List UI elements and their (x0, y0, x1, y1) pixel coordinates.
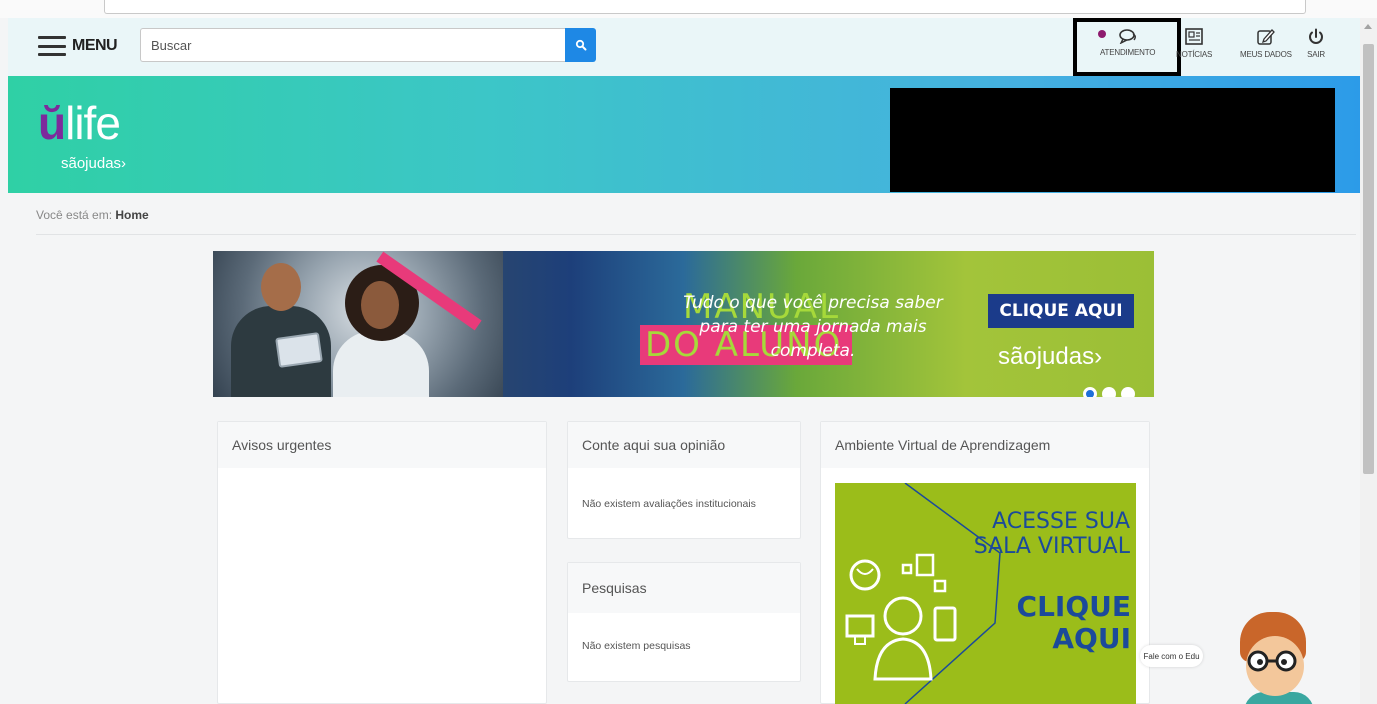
chat-bubbles-icon (1118, 29, 1136, 44)
opiniao-empty-text: Não existem avaliações institucionais (582, 498, 756, 510)
edu-bubble[interactable]: Fale com o Edu (1140, 645, 1203, 667)
meus-dados-button[interactable]: MEUS DADOS (1240, 28, 1292, 59)
pesquisas-card: Pesquisas Não existem pesquisas (567, 562, 801, 682)
search-input[interactable] (140, 28, 565, 62)
breadcrumb-prefix: Você está em: (36, 208, 113, 222)
opiniao-title: Conte aqui sua opinião (568, 422, 800, 468)
hamburger-icon (38, 36, 66, 56)
ava-cta2: AQUI (1052, 622, 1131, 655)
glasses-icon (1247, 650, 1297, 672)
ava-cta1: CLIQUE (1016, 590, 1131, 623)
students-photo (213, 251, 503, 397)
pesquisas-title: Pesquisas (568, 563, 800, 613)
ava-line1: ACESSE SUA (992, 509, 1130, 534)
breadcrumb: Você está em: Home (36, 208, 149, 222)
scroll-thumb[interactable] (1363, 44, 1374, 474)
tablet-image (275, 332, 323, 368)
menu-label: MENU (72, 37, 118, 54)
redacted-area (890, 88, 1335, 192)
search-icon (575, 39, 586, 51)
noticias-label: NOTÍCIAS (1176, 50, 1213, 59)
search-bar (140, 28, 596, 62)
sair-button[interactable]: SAIR (1307, 28, 1325, 59)
sair-label: SAIR (1307, 50, 1325, 59)
student-woman-face (361, 281, 399, 329)
carousel-dot-1[interactable] (1083, 387, 1097, 397)
atendimento-button[interactable]: ATENDIMENTO (1100, 28, 1155, 57)
meus-dados-label: MEUS DADOS (1240, 50, 1292, 59)
atendimento-label: ATENDIMENTO (1100, 48, 1156, 57)
noticias-button[interactable]: NOTÍCIAS (1176, 28, 1212, 59)
breadcrumb-divider (36, 234, 1356, 235)
power-icon (1309, 28, 1323, 44)
ava-cta[interactable]: CLIQUE AQUI (985, 591, 1131, 655)
newspaper-icon (1185, 28, 1203, 45)
top-frame (104, 0, 1306, 14)
logo-u-letter: ŭ (38, 97, 66, 149)
promo-brand-logo: sãojudas› (998, 343, 1103, 370)
ulife-logo[interactable]: ŭlife (38, 96, 121, 150)
carousel-dot-3[interactable] (1121, 387, 1135, 397)
carousel-indicators (1083, 387, 1135, 397)
ava-title: Ambiente Virtual de Aprendizagem (821, 422, 1149, 468)
ava-line2: SALA VIRTUAL (973, 534, 1130, 559)
menu-button[interactable]: MENU (38, 32, 118, 60)
top-header: MENU ATENDIMENTO NOTÍCIAS (8, 18, 1360, 76)
opiniao-card: Conte aqui sua opinião Não existem avali… (567, 421, 801, 539)
brand-banner: ŭlife sãojudas› (8, 76, 1360, 193)
ava-sala-virtual-banner[interactable]: ACESSE SUA SALA VIRTUAL CLIQUE AQUI (835, 483, 1136, 704)
student-man-head (261, 263, 301, 311)
scroll-up-icon[interactable] (1364, 24, 1372, 29)
search-button[interactable] (565, 28, 596, 62)
edit-icon (1257, 29, 1275, 45)
avisos-title: Avisos urgentes (218, 422, 546, 468)
pesquisas-empty-text: Não existem pesquisas (582, 640, 691, 652)
promo-tagline: Tudo o que você precisa saber para ter u… (683, 293, 943, 361)
promo-cta-button[interactable]: CLIQUE AQUI (988, 294, 1134, 328)
carousel-dot-2[interactable] (1102, 387, 1116, 397)
logo-main-text: life (65, 97, 121, 149)
page-scrollbar[interactable] (1360, 18, 1377, 704)
logo-subtitle: sãojudas› (61, 155, 127, 172)
promo-carousel[interactable]: MANUAL DO ALUNO Tudo o que você precisa … (213, 251, 1154, 397)
breadcrumb-current[interactable]: Home (115, 208, 148, 222)
edu-chatbot[interactable]: Fale com o Edu (1140, 600, 1377, 704)
browser-top-strip (0, 0, 1377, 18)
avisos-card: Avisos urgentes (217, 421, 547, 704)
ava-headline: ACESSE SUA SALA VIRTUAL (968, 509, 1130, 559)
